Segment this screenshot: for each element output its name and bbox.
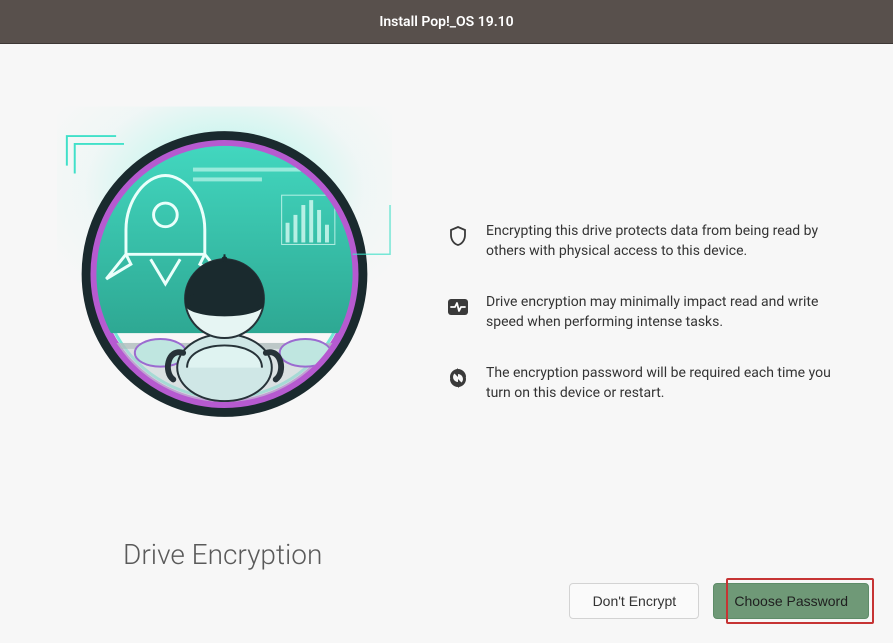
activity-icon <box>446 295 470 319</box>
info-item-restart: The encryption password will be required… <box>446 364 836 403</box>
info-list: Encrypting this drive protects data from… <box>446 222 836 436</box>
refresh-icon <box>446 366 470 390</box>
info-item-protect: Encrypting this drive protects data from… <box>446 222 836 261</box>
info-text: The encryption password will be required… <box>486 364 836 403</box>
content-area: Encrypting this drive protects data from… <box>0 44 893 643</box>
choose-password-button[interactable]: Choose Password <box>713 583 869 619</box>
dont-encrypt-button[interactable]: Don't Encrypt <box>569 583 699 619</box>
info-text: Encrypting this drive protects data from… <box>486 222 836 261</box>
page-title: Drive Encryption <box>123 538 322 571</box>
encryption-illustration <box>57 104 392 444</box>
info-text: Drive encryption may minimally impact re… <box>486 293 836 332</box>
window-title: Install Pop!_OS 19.10 <box>379 14 513 30</box>
titlebar: Install Pop!_OS 19.10 <box>0 0 893 44</box>
button-bar: Don't Encrypt Choose Password <box>569 583 869 619</box>
shield-icon <box>446 224 470 248</box>
info-item-speed: Drive encryption may minimally impact re… <box>446 293 836 332</box>
